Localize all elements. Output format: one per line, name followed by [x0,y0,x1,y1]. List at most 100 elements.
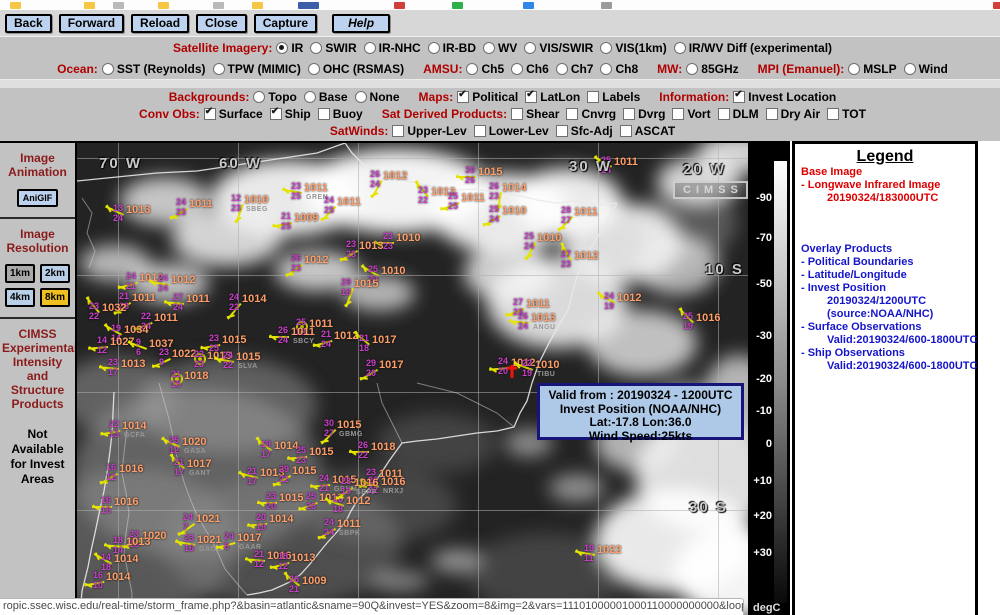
checkbox-unchecked-icon[interactable] [718,108,730,120]
surface-checkbox[interactable]: Surface [204,107,263,121]
upper-lev-checkbox[interactable]: Upper-Lev [392,124,466,138]
radio-unchecked-icon[interactable] [674,42,686,54]
ch8-radio[interactable]: Ch8 [600,62,638,76]
base-radio[interactable]: Base [304,90,348,104]
cnvrg-checkbox[interactable]: Cnvrg [566,107,616,121]
checkbox-checked-icon[interactable] [733,91,745,103]
radio-unchecked-icon[interactable] [304,91,316,103]
4km-resolution-button[interactable]: 4km [5,288,35,307]
1km-resolution-button[interactable]: 1km [5,264,35,283]
radio-unchecked-icon[interactable] [686,63,698,75]
radio-unchecked-icon[interactable] [310,42,322,54]
bookmark-icon[interactable] [452,2,463,9]
bookmark-icon[interactable] [10,2,21,9]
radio-unchecked-icon[interactable] [600,63,612,75]
vis-1km-radio[interactable]: VIS(1km) [600,41,666,55]
ir-bd-radio[interactable]: IR-BD [428,41,476,55]
checkbox-checked-icon[interactable] [457,91,469,103]
dlm-checkbox[interactable]: DLM [718,107,759,121]
ch5-radio[interactable]: Ch5 [466,62,504,76]
bookmark-icon[interactable] [113,2,124,9]
bookmark-icon[interactable] [308,2,319,9]
labels-checkbox[interactable]: Labels [587,90,640,104]
vort-checkbox[interactable]: Vort [672,107,710,121]
invest-position-marker[interactable] [505,363,519,386]
invest-location-checkbox[interactable]: Invest Location [733,90,836,104]
ch6-radio[interactable]: Ch6 [511,62,549,76]
checkbox-unchecked-icon[interactable] [392,125,404,137]
bookmark-icon[interactable] [213,2,224,9]
radio-unchecked-icon[interactable] [848,63,860,75]
checkbox-unchecked-icon[interactable] [620,125,632,137]
radio-unchecked-icon[interactable] [428,42,440,54]
radio-unchecked-icon[interactable] [355,91,367,103]
tpw-mimic-radio[interactable]: TPW (MIMIC) [213,62,301,76]
dvrg-checkbox[interactable]: Dvrg [623,107,665,121]
latlon-checkbox[interactable]: LatLon [525,90,580,104]
lower-lev-checkbox[interactable]: Lower-Lev [474,124,549,138]
bookmark-icon[interactable] [601,2,612,9]
radio-unchecked-icon[interactable] [308,63,320,75]
radio-unchecked-icon[interactable] [253,91,265,103]
bookmark-icon[interactable] [158,2,169,9]
checkbox-unchecked-icon[interactable] [511,108,523,120]
bookmark-icon[interactable] [993,2,1000,9]
buoy-checkbox[interactable]: Buoy [318,107,363,121]
checkbox-unchecked-icon[interactable] [766,108,778,120]
dry-air-checkbox[interactable]: Dry Air [766,107,821,121]
ascat-checkbox[interactable]: ASCAT [620,124,675,138]
checkbox-unchecked-icon[interactable] [474,125,486,137]
political-checkbox[interactable]: Political [457,90,518,104]
tot-checkbox[interactable]: TOT [827,107,866,121]
checkbox-unchecked-icon[interactable] [556,125,568,137]
ch7-radio[interactable]: Ch7 [556,62,594,76]
checkbox-unchecked-icon[interactable] [587,91,599,103]
checkbox-unchecked-icon[interactable] [318,108,330,120]
anigif-button[interactable]: AniGIF [17,189,59,207]
ir-nhc-radio[interactable]: IR-NHC [364,41,421,55]
checkbox-checked-icon[interactable] [270,108,282,120]
radio-unchecked-icon[interactable] [600,42,612,54]
checkbox-unchecked-icon[interactable] [827,108,839,120]
checkbox-checked-icon[interactable] [525,91,537,103]
bookmark-icon[interactable] [523,2,534,9]
checkbox-unchecked-icon[interactable] [672,108,684,120]
satellite-map[interactable]: CIMSS Valid from : 20190324 - 1200UTCInv… [75,141,750,615]
bookmark-icon[interactable] [252,2,263,9]
radio-unchecked-icon[interactable] [904,63,916,75]
ship-checkbox[interactable]: Ship [270,107,311,121]
checkbox-checked-icon[interactable] [204,108,216,120]
help-button[interactable]: Help [332,14,390,33]
mslp-radio[interactable]: MSLP [848,62,896,76]
reload-button[interactable]: Reload [131,14,189,33]
vis-swir-radio[interactable]: VIS/SWIR [524,41,593,55]
bookmark-icon[interactable] [394,2,405,9]
2km-resolution-button[interactable]: 2km [40,264,70,283]
sfc-adj-checkbox[interactable]: Sfc-Adj [556,124,613,138]
8km-resolution-button[interactable]: 8km [40,288,70,307]
ohc-rsmas-radio[interactable]: OHC (RSMAS) [308,62,404,76]
radio-unchecked-icon[interactable] [364,42,376,54]
shear-checkbox[interactable]: Shear [511,107,559,121]
wind-radio[interactable]: Wind [904,62,948,76]
radio-unchecked-icon[interactable] [466,63,478,75]
radio-unchecked-icon[interactable] [483,42,495,54]
topo-radio[interactable]: Topo [253,90,296,104]
checkbox-unchecked-icon[interactable] [566,108,578,120]
radio-unchecked-icon[interactable] [511,63,523,75]
forward-button[interactable]: Forward [59,14,124,33]
checkbox-unchecked-icon[interactable] [623,108,635,120]
wv-radio[interactable]: WV [483,41,517,55]
ir-radio[interactable]: IR [276,41,303,55]
back-button[interactable]: Back [5,14,52,33]
capture-button[interactable]: Capture [254,14,317,33]
sst-reynolds-radio[interactable]: SST (Reynolds) [102,62,206,76]
radio-unchecked-icon[interactable] [524,42,536,54]
radio-checked-icon[interactable] [276,42,288,54]
radio-unchecked-icon[interactable] [556,63,568,75]
ir-wv-diff-experimental-radio[interactable]: IR/WV Diff (experimental) [674,41,832,55]
radio-unchecked-icon[interactable] [102,63,114,75]
bookmark-icon[interactable] [84,2,95,9]
radio-unchecked-icon[interactable] [213,63,225,75]
85ghz-radio[interactable]: 85GHz [686,62,738,76]
